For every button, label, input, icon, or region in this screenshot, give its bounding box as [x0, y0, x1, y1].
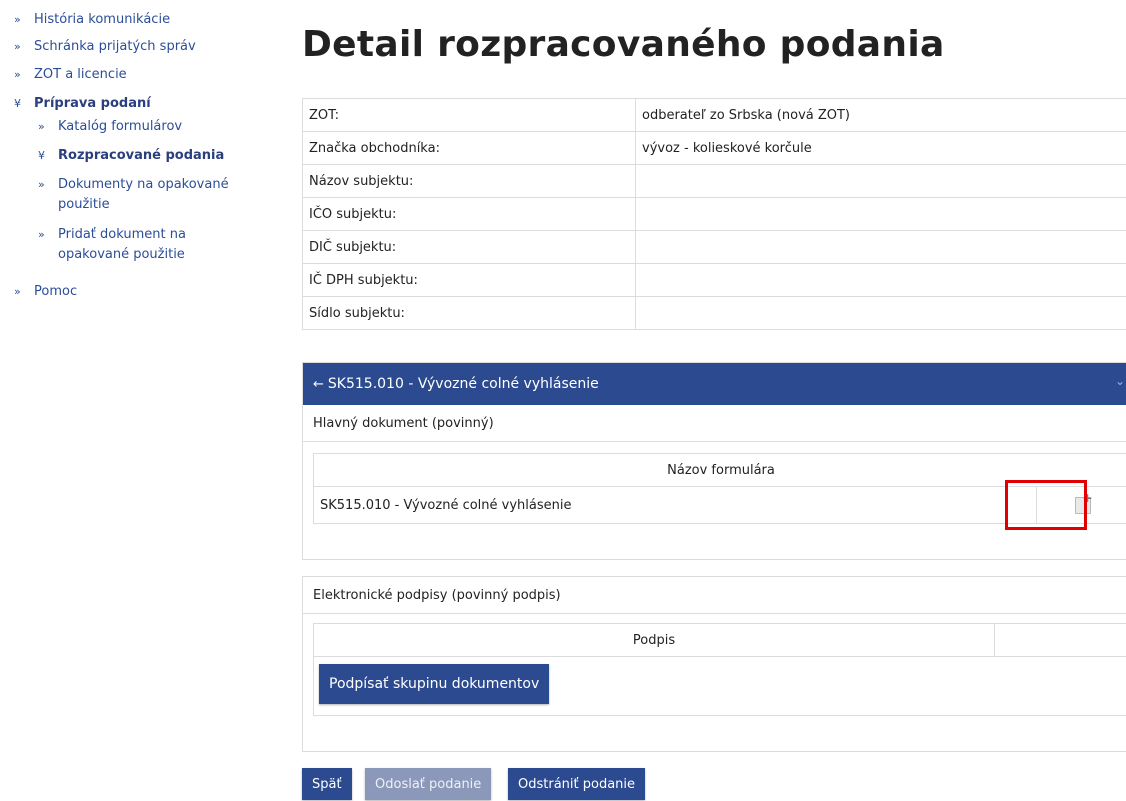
back-arrow-icon: ←	[313, 376, 324, 392]
info-key: IČO subjektu:	[302, 197, 636, 231]
sidebar-item-label: Pridať dokument na	[58, 227, 186, 242]
highlight-box	[1005, 480, 1087, 530]
signature-panel: Elektronické podpisy (povinný podpis) Po…	[302, 576, 1126, 752]
double-chevron-icon: »	[38, 120, 45, 133]
sidebar-item-historia[interactable]: » História komunikácie	[14, 10, 170, 30]
info-key: Značka obchodníka:	[302, 131, 636, 165]
sidebar-item-label: Príprava podaní	[34, 96, 151, 111]
double-chevron-icon: »	[14, 285, 21, 298]
info-key: Názov subjektu:	[302, 164, 636, 198]
sidebar-item-label: Dokumenty na opakované	[58, 177, 229, 192]
sidebar-item-label-line2: použitie	[58, 197, 110, 212]
form-name-cell: SK515.010 - Vývozné colné vyhlásenie	[313, 486, 1037, 524]
back-button[interactable]: Späť	[302, 768, 352, 800]
table-row: DIČ subjektu:	[302, 230, 1126, 264]
sidebar-item-label: Katalóg formulárov	[58, 119, 183, 134]
info-value: vývoz - kolieskové korčule	[635, 131, 1126, 165]
sidebar-item-pomoc[interactable]: » Pomoc	[14, 282, 77, 302]
double-chevron-icon: »	[14, 40, 21, 53]
column-header-empty	[994, 623, 1126, 657]
table-row: IČ DPH subjektu:	[302, 263, 1126, 297]
sidebar-item-label-line2: opakované použitie	[58, 247, 185, 262]
info-key: Sídlo subjektu:	[302, 296, 636, 330]
info-value	[635, 197, 1126, 231]
form-panel: ← SK515.010 - Vývozné colné vyhlásenie ⌄…	[302, 362, 1126, 560]
send-submission-button[interactable]: Odoslať podanie	[365, 768, 492, 800]
sidebar-item-schranka[interactable]: » Schránka prijatých správ	[14, 37, 196, 57]
double-chevron-icon: »	[14, 13, 21, 26]
info-value	[635, 230, 1126, 264]
table-row: Sídlo subjektu:	[302, 296, 1126, 330]
form-panel-title: SK515.010 - Vývozné colné vyhlásenie	[327, 376, 599, 392]
sign-documents-button[interactable]: Podpísať skupinu dokumentov	[319, 664, 550, 704]
delete-submission-button[interactable]: Odstrániť podanie	[508, 768, 646, 800]
info-key: IČ DPH subjektu:	[302, 263, 636, 297]
info-key: DIČ subjektu:	[302, 230, 636, 264]
sidebar-item-label: Rozpracované podania	[58, 148, 225, 163]
info-table: ZOT: odberateľ zo Srbska (nová ZOT) Znač…	[302, 98, 1126, 330]
table-row: ZOT: odberateľ zo Srbska (nová ZOT)	[302, 98, 1126, 132]
sidebar-item-priprava[interactable]: ¥ Príprava podaní	[14, 94, 151, 114]
sidebar-item-dokumenty[interactable]: » Dokumenty na opakované použitie	[38, 175, 229, 215]
double-chevron-icon: »	[38, 178, 45, 191]
main-document-subtitle: Hlavný dokument (povinný)	[303, 405, 1126, 442]
double-chevron-icon: »	[38, 228, 45, 241]
sidebar-item-label: Pomoc	[34, 284, 78, 299]
column-header-signature: Podpis	[313, 623, 995, 657]
signatures-subtitle: Elektronické podpisy (povinný podpis)	[303, 577, 1126, 614]
double-chevron-icon: »	[14, 68, 21, 81]
sidebar-item-label: ZOT a licencie	[34, 67, 127, 82]
sidebar-item-label: História komunikácie	[34, 12, 171, 27]
info-key: ZOT:	[302, 98, 636, 132]
table-row: Značka obchodníka: vývoz - kolieskové ko…	[302, 131, 1126, 165]
sidebar-item-label: Schránka prijatých správ	[34, 39, 196, 54]
sidebar-item-rozpracovane[interactable]: ¥ Rozpracované podania	[38, 146, 224, 166]
sidebar-item-katalog[interactable]: » Katalóg formulárov	[38, 117, 182, 137]
page-title: Detail rozpracovaného podania	[302, 24, 945, 65]
sidebar-item-zot[interactable]: » ZOT a licencie	[14, 65, 127, 85]
table-row: Názov subjektu:	[302, 164, 1126, 198]
form-panel-header[interactable]: ← SK515.010 - Vývozné colné vyhlásenie ⌄	[303, 363, 1126, 405]
info-value	[635, 164, 1126, 198]
double-chevron-down-icon: ¥	[38, 149, 45, 162]
table-row: IČO subjektu:	[302, 197, 1126, 231]
info-value: odberateľ zo Srbska (nová ZOT)	[635, 98, 1126, 132]
chevron-down-icon[interactable]: ⌄	[1115, 374, 1125, 388]
info-value	[635, 296, 1126, 330]
sidebar-item-pridat[interactable]: » Pridať dokument na opakované použitie	[38, 225, 186, 265]
double-chevron-down-icon: ¥	[14, 97, 21, 110]
info-value	[635, 263, 1126, 297]
